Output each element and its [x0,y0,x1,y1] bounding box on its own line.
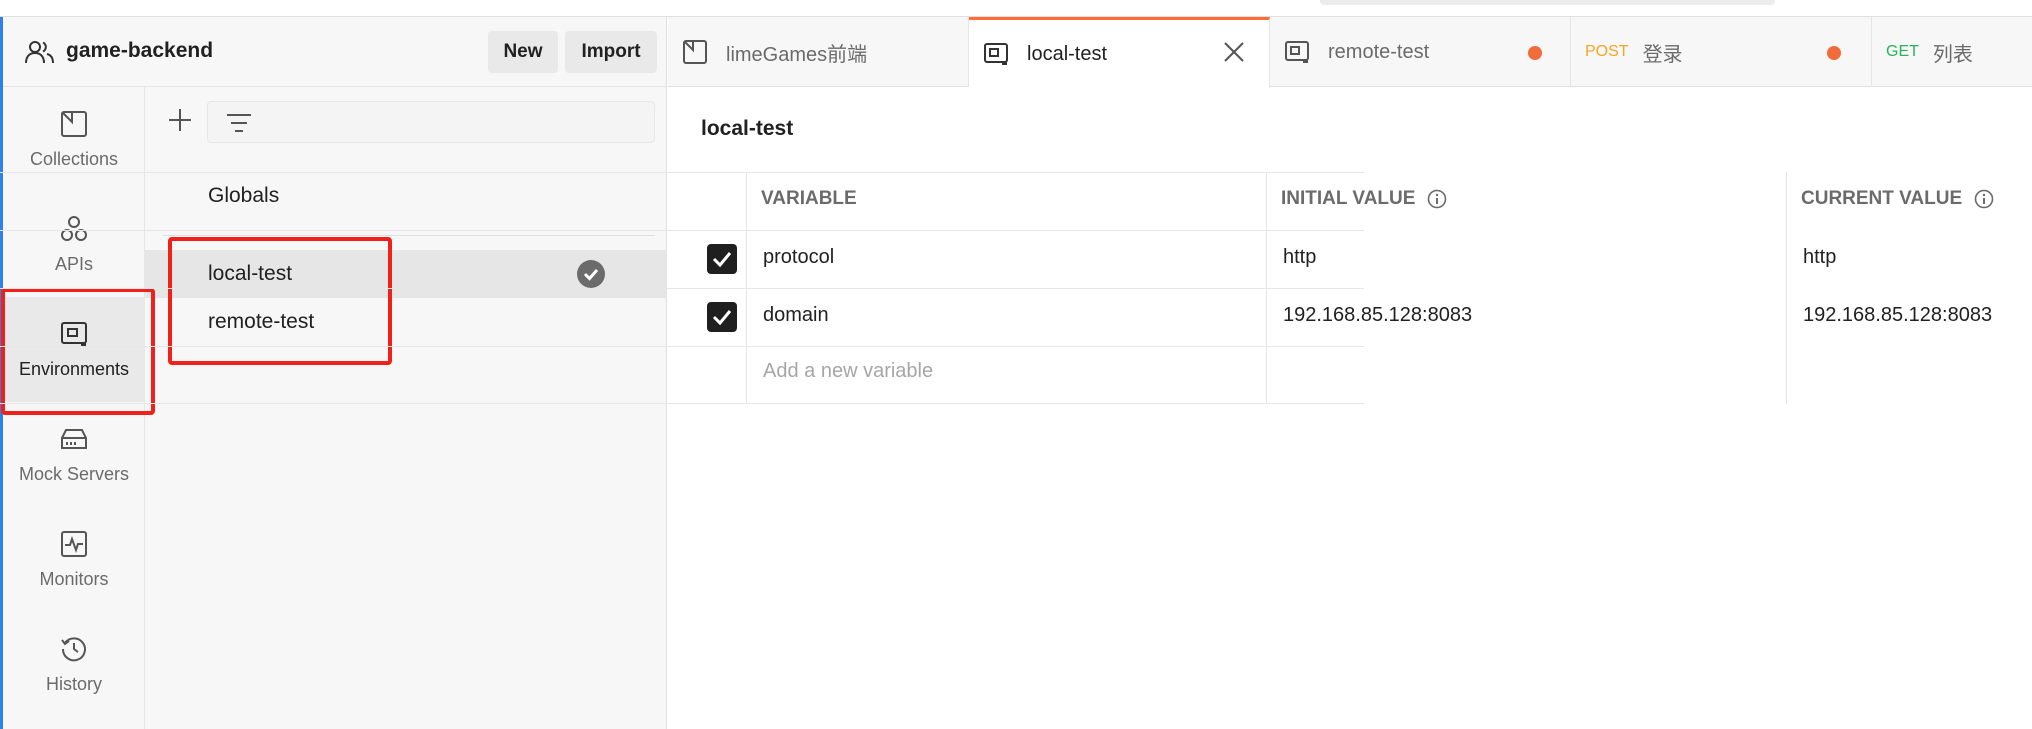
add-variable-input[interactable]: Add a new variable [763,360,933,383]
initial-value-cell[interactable]: 192.168.85.128:8083 [1283,304,1472,327]
sidebar-item-label: History [45,674,102,694]
tab-label: limeGames前端 [726,43,868,66]
column-divider [746,172,747,404]
close-icon[interactable] [1223,41,1245,63]
tab-remote-test[interactable]: remote-test [1270,17,1571,87]
sidebar-item-mock-servers[interactable]: Mock Servers [3,402,145,507]
info-icon[interactable] [1974,189,1994,209]
column-header-label: INITIAL VALUE [1281,188,1416,209]
column-header-label: VARIABLE [761,188,857,209]
table-row [0,288,1364,346]
initial-value-cell[interactable]: http [1283,246,1316,269]
sidebar-item-label: Collections [29,149,119,169]
filter-input[interactable] [207,101,655,143]
column-divider [1786,172,1787,404]
method-badge: GET [1886,43,1919,60]
workspace-header: game-backend New Import [3,17,667,87]
tab-get-list[interactable]: GET 列表 [1872,17,2032,87]
row-enabled-checkbox[interactable] [707,244,737,274]
tab-local-test[interactable]: local-test [969,17,1270,88]
tab-post-login[interactable]: POST 登录 [1571,17,1872,87]
sidebar-item-history[interactable]: History [3,612,145,717]
tab-label: 登录 [1642,43,1683,66]
method-badge: POST [1585,43,1629,60]
column-divider [1266,172,1267,404]
table-header-row [0,172,1364,230]
table-row-add [0,346,1364,404]
tab-label: remote-test [1328,40,1430,63]
monitors-icon [61,531,87,557]
sidebar-item-label: Monitors [39,569,109,589]
info-icon[interactable] [1427,189,1447,209]
row-enabled-checkbox[interactable] [707,302,737,332]
top-strip [0,0,2032,17]
tab-bar: limeGames前端 local-test remote-test POST … [668,17,2032,88]
current-value-cell[interactable]: http [1803,246,1836,269]
filter-icon [227,114,251,132]
tab-label: 列表 [1932,43,1973,66]
variable-cell[interactable]: protocol [763,246,834,269]
plus-icon[interactable] [167,107,193,133]
column-header-current-value: CURRENT VALUE [1801,188,1994,210]
workspace-name[interactable]: game-backend [66,39,213,63]
team-icon [25,41,54,64]
variable-cell[interactable]: domain [763,304,829,327]
sidebar-item-label: Mock Servers [18,464,130,484]
table-row [0,230,1364,288]
environment-icon [1285,41,1309,63]
column-header-label: CURRENT VALUE [1801,188,1963,209]
unsaved-dot-icon [1827,46,1841,60]
import-button[interactable]: Import [565,31,657,73]
environment-icon [984,43,1008,65]
history-icon [61,637,86,662]
mock-servers-icon [61,429,87,449]
app-window: game-backend New Import Collections APIs [0,0,2032,729]
tab-limegames[interactable]: limeGames前端 [668,17,969,87]
search-bar-edge[interactable] [1320,0,1775,5]
environment-title[interactable]: local-test [701,117,793,141]
column-header-variable: VARIABLE [761,188,857,210]
collections-icon [61,111,87,137]
unsaved-dot-icon [1528,46,1542,60]
column-header-initial-value: INITIAL VALUE [1281,188,1447,210]
tab-label: local-test [1027,42,1108,65]
new-button[interactable]: New [488,31,558,73]
current-value-cell[interactable]: 192.168.85.128:8083 [1803,304,1992,327]
collection-icon [683,40,707,64]
sidebar-item-monitors[interactable]: Monitors [3,507,145,612]
